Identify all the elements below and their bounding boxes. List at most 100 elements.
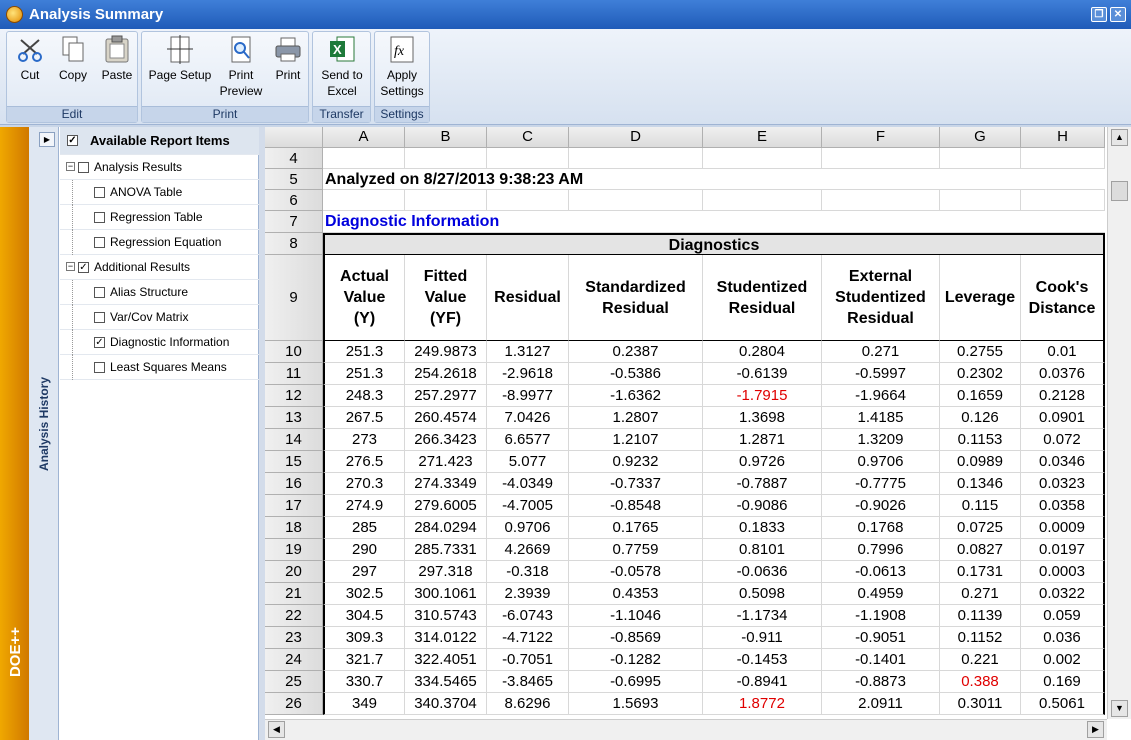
table-cell[interactable]: 0.0358 [1021, 495, 1105, 517]
table-cell[interactable]: 0.126 [940, 407, 1021, 429]
table-cell[interactable]: -6.0743 [487, 605, 569, 627]
table-cell[interactable]: 6.6577 [487, 429, 569, 451]
table-cell[interactable]: 0.002 [1021, 649, 1105, 671]
table-cell[interactable]: -0.1282 [569, 649, 703, 671]
row-header[interactable]: 25 [265, 671, 323, 693]
table-cell[interactable]: 340.3704 [405, 693, 487, 715]
table-cell[interactable]: 4.2669 [487, 539, 569, 561]
table-cell[interactable]: 0.1153 [940, 429, 1021, 451]
table-cell[interactable]: 284.0294 [405, 517, 487, 539]
row-header[interactable]: 12 [265, 385, 323, 407]
column-header[interactable]: A [323, 127, 405, 148]
table-header-cell[interactable]: Standardized Residual [569, 255, 703, 341]
row-header[interactable]: 26 [265, 693, 323, 715]
vertical-scrollbar[interactable]: ▲ ▼ [1107, 127, 1131, 719]
table-cell[interactable]: 304.5 [323, 605, 405, 627]
table-cell[interactable]: 279.6005 [405, 495, 487, 517]
table-cell[interactable]: -0.7887 [703, 473, 822, 495]
table-cell[interactable]: 260.4574 [405, 407, 487, 429]
table-cell[interactable]: 0.271 [940, 583, 1021, 605]
table-cell[interactable]: 0.4959 [822, 583, 940, 605]
table-cell[interactable]: -0.8548 [569, 495, 703, 517]
table-cell[interactable]: -0.0578 [569, 561, 703, 583]
corner-cell[interactable] [265, 127, 323, 148]
table-cell[interactable]: 1.5693 [569, 693, 703, 715]
row-header[interactable]: 22 [265, 605, 323, 627]
table-cell[interactable]: 267.5 [323, 407, 405, 429]
column-header[interactable]: G [940, 127, 1021, 148]
table-cell[interactable]: -0.7337 [569, 473, 703, 495]
tree-item[interactable]: ANOVA Table [60, 180, 259, 205]
table-header-cell[interactable]: Cook's Distance [1021, 255, 1105, 341]
table-cell[interactable]: 310.5743 [405, 605, 487, 627]
table-cell[interactable]: 0.2302 [940, 363, 1021, 385]
table-cell[interactable]: 285.7331 [405, 539, 487, 561]
section-title-cell[interactable]: Diagnostic Information [323, 211, 1105, 233]
row-header[interactable]: 5 [265, 169, 323, 190]
row-header[interactable]: 9 [265, 255, 323, 341]
grid-cell[interactable] [487, 148, 569, 169]
table-cell[interactable]: 0.7759 [569, 539, 703, 561]
row-header[interactable]: 8 [265, 233, 323, 255]
table-header-cell[interactable]: Studentized Residual [703, 255, 822, 341]
tree-checkbox[interactable] [94, 237, 105, 248]
analyzed-date-cell[interactable]: Analyzed on 8/27/2013 9:38:23 AM [323, 169, 1105, 190]
table-cell[interactable]: 322.4051 [405, 649, 487, 671]
table-cell[interactable]: 0.0989 [940, 451, 1021, 473]
grid-cell[interactable] [703, 190, 822, 211]
table-header-cell[interactable]: Fitted Value (YF) [405, 255, 487, 341]
table-cell[interactable]: 1.2807 [569, 407, 703, 429]
grid-cell[interactable] [569, 190, 703, 211]
grid-cell[interactable] [1021, 190, 1105, 211]
table-cell[interactable]: 297.318 [405, 561, 487, 583]
row-header[interactable]: 10 [265, 341, 323, 363]
table-cell[interactable]: 285 [323, 517, 405, 539]
table-cell[interactable]: 0.1346 [940, 473, 1021, 495]
row-header[interactable]: 23 [265, 627, 323, 649]
close-button[interactable]: ✕ [1110, 7, 1126, 22]
table-cell[interactable]: -1.6362 [569, 385, 703, 407]
row-header[interactable]: 18 [265, 517, 323, 539]
copy-button[interactable]: Copy [55, 34, 91, 83]
table-cell[interactable]: 251.3 [323, 341, 405, 363]
row-header[interactable]: 4 [265, 148, 323, 169]
table-cell[interactable]: 0.1731 [940, 561, 1021, 583]
table-cell[interactable]: 266.3423 [405, 429, 487, 451]
table-cell[interactable]: -0.1401 [822, 649, 940, 671]
table-cell[interactable]: 0.3011 [940, 693, 1021, 715]
print-button[interactable]: Print [270, 34, 306, 83]
table-cell[interactable]: -0.911 [703, 627, 822, 649]
table-cell[interactable]: 0.115 [940, 495, 1021, 517]
grid-cell[interactable] [940, 190, 1021, 211]
table-cell[interactable]: 334.5465 [405, 671, 487, 693]
table-cell[interactable]: 251.3 [323, 363, 405, 385]
table-cell[interactable]: 0.1139 [940, 605, 1021, 627]
table-cell[interactable]: -0.8873 [822, 671, 940, 693]
table-cell[interactable]: 2.3939 [487, 583, 569, 605]
table-cell[interactable]: 0.2387 [569, 341, 703, 363]
table-cell[interactable]: 349 [323, 693, 405, 715]
row-header[interactable]: 7 [265, 211, 323, 233]
cut-button[interactable]: Cut [15, 34, 45, 83]
table-cell[interactable]: -0.0636 [703, 561, 822, 583]
tree-item[interactable]: − Analysis Results [60, 155, 259, 180]
tree-checkbox[interactable] [94, 187, 105, 198]
grid-cell[interactable] [703, 148, 822, 169]
paste-button[interactable]: Paste [99, 34, 135, 83]
tree-item[interactable]: Least Squares Means [60, 355, 259, 380]
expand-history-icon[interactable]: ▶ [39, 132, 55, 147]
table-cell[interactable]: 0.059 [1021, 605, 1105, 627]
tree-item[interactable]: Alias Structure [60, 280, 259, 305]
column-header[interactable]: D [569, 127, 703, 148]
root-checkbox[interactable]: ✓ [67, 135, 78, 146]
table-cell[interactable]: 1.3698 [703, 407, 822, 429]
table-cell[interactable]: 321.7 [323, 649, 405, 671]
analysis-history-panel[interactable]: ▶ Analysis History [29, 127, 59, 740]
tree-checkbox[interactable] [94, 287, 105, 298]
table-cell[interactable]: 0.0346 [1021, 451, 1105, 473]
table-cell[interactable]: 0.2804 [703, 341, 822, 363]
table-cell[interactable]: 8.6296 [487, 693, 569, 715]
table-cell[interactable]: 0.4353 [569, 583, 703, 605]
table-header-cell[interactable]: External Studentized Residual [822, 255, 940, 341]
table-cell[interactable]: -0.8941 [703, 671, 822, 693]
